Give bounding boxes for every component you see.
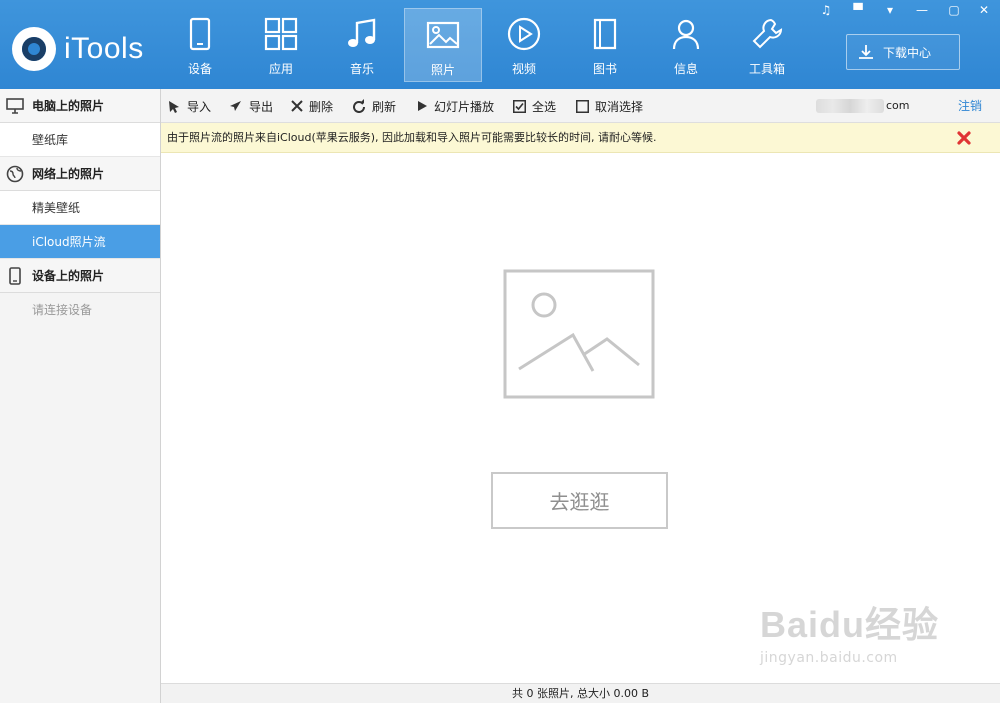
notice-text: 由于照片流的照片来自iCloud(苹果云服务), 因此加载和导入照片可能需要比较… bbox=[167, 131, 657, 144]
minimize-icon: — bbox=[916, 3, 928, 17]
nav-label: 工具箱 bbox=[748, 62, 785, 76]
empty-photo-placeholder-icon bbox=[503, 269, 655, 399]
app-name: iTools bbox=[64, 32, 144, 65]
refresh-button[interactable]: 刷新 bbox=[352, 89, 396, 123]
refresh-icon bbox=[353, 99, 365, 113]
music-note-icon: ♫ bbox=[820, 3, 832, 17]
nav-label: 视频 bbox=[511, 62, 536, 76]
close-notice-icon[interactable] bbox=[956, 130, 972, 146]
sidebar-item-wallpapers[interactable]: 精美壁纸 bbox=[0, 191, 160, 225]
top-header: iTools 设备 应用 音乐 照片 视频 图书 信息 工具箱 ♫ ▀ ▾ — … bbox=[0, 0, 1000, 89]
maximize-button[interactable]: ▢ bbox=[939, 0, 969, 20]
redacted-email-blur bbox=[816, 99, 884, 113]
export-icon bbox=[230, 101, 241, 111]
select-all-label: 全选 bbox=[532, 99, 557, 114]
delete-label: 删除 bbox=[309, 99, 334, 114]
play-icon bbox=[418, 101, 427, 111]
nav-apps[interactable]: 应用 bbox=[242, 8, 320, 82]
maximize-icon: ▢ bbox=[948, 3, 960, 17]
export-label: 导出 bbox=[249, 99, 274, 114]
nav-device[interactable]: 设备 bbox=[161, 8, 239, 82]
nav-music[interactable]: 音乐 bbox=[323, 8, 401, 82]
sidebar-item-icloud-photostream[interactable]: iCloud照片流 bbox=[0, 225, 160, 259]
monitor-icon bbox=[6, 97, 24, 114]
export-button[interactable]: 导出 bbox=[229, 89, 273, 123]
itools-logo-icon bbox=[12, 27, 56, 71]
book-icon bbox=[593, 18, 617, 50]
delete-button[interactable]: 删除 bbox=[291, 89, 333, 123]
sidebar-section-online[interactable]: 网络上的照片 bbox=[0, 157, 160, 191]
sidebar-item-wallpaper-library[interactable]: 壁纸库 bbox=[0, 123, 160, 157]
nav-label: 图书 bbox=[592, 62, 617, 76]
wrench-icon bbox=[752, 18, 783, 49]
go-browse-button[interactable]: 去逛逛 bbox=[491, 472, 668, 529]
section-title: 设备上的照片 bbox=[32, 269, 105, 283]
slideshow-label: 幻灯片播放 bbox=[434, 99, 495, 114]
watermark-url: jingyan.baidu.com bbox=[760, 650, 898, 666]
menu-button[interactable]: ▾ bbox=[875, 0, 905, 20]
dropdown-icon: ▾ bbox=[886, 3, 894, 17]
nav-photos[interactable]: 照片 bbox=[404, 8, 482, 82]
close-icon: ✕ bbox=[978, 3, 990, 17]
nav-label: 音乐 bbox=[349, 62, 374, 76]
baidu-watermark: Baidu经验 jingyan.baidu.com bbox=[760, 596, 960, 686]
nav-books[interactable]: 图书 bbox=[566, 8, 644, 82]
nav-label: 信息 bbox=[673, 62, 698, 76]
status-bar: 共 0 张照片, 总大小 0.00 B bbox=[161, 683, 1000, 703]
sidebar-section-computer[interactable]: 电脑上的照片 bbox=[0, 89, 160, 123]
phone-icon bbox=[9, 266, 21, 285]
user-icon bbox=[672, 19, 700, 50]
import-button[interactable]: 导入 bbox=[167, 89, 211, 123]
download-center-label: 下载中心 bbox=[883, 45, 932, 60]
feedback-button[interactable]: ▀ bbox=[843, 0, 873, 20]
music-icon bbox=[348, 18, 376, 47]
nav-video[interactable]: 视频 bbox=[485, 8, 563, 82]
select-all-button[interactable]: 全选 bbox=[513, 89, 556, 123]
close-window-button[interactable]: ✕ bbox=[969, 0, 999, 20]
import-label: 导入 bbox=[187, 99, 212, 114]
apps-icon bbox=[264, 17, 298, 51]
sidebar: 电脑上的照片 壁纸库 网络上的照片 精美壁纸 iCloud照片流 设备上的照片 … bbox=[0, 89, 161, 703]
account-email-suffix: com bbox=[886, 99, 910, 112]
sidebar-item-label: 壁纸库 bbox=[32, 133, 69, 147]
deselect-label: 取消选择 bbox=[595, 99, 644, 114]
sidebar-item-connect-device: 请连接设备 bbox=[0, 293, 160, 327]
account-email: com bbox=[816, 89, 910, 123]
section-title: 网络上的照片 bbox=[32, 167, 105, 181]
photo-toolbar: 导入 导出 删除 刷新 幻灯片播放 全选 取消选择 com 注销 bbox=[161, 89, 1000, 123]
nav-tools[interactable]: 工具箱 bbox=[728, 8, 806, 82]
globe-icon bbox=[6, 165, 24, 182]
section-title: 电脑上的照片 bbox=[32, 99, 105, 113]
sidebar-item-label: 精美壁纸 bbox=[32, 201, 81, 215]
logout-link[interactable]: 注销 bbox=[958, 89, 982, 123]
delete-icon bbox=[291, 100, 303, 112]
sidebar-item-label: 请连接设备 bbox=[32, 303, 93, 317]
nav-label: 应用 bbox=[268, 62, 293, 76]
refresh-label: 刷新 bbox=[372, 99, 397, 114]
watermark-title: Baidu经验 bbox=[760, 604, 940, 645]
minimize-button[interactable]: — bbox=[907, 0, 937, 20]
music-mini-button[interactable]: ♫ bbox=[811, 0, 841, 20]
device-icon bbox=[189, 17, 211, 51]
deselect-button[interactable]: 取消选择 bbox=[576, 89, 643, 123]
photo-icon bbox=[426, 21, 460, 49]
nav-label: 设备 bbox=[187, 62, 212, 76]
nav-label: 照片 bbox=[430, 63, 455, 77]
checkbox-empty-icon bbox=[576, 99, 589, 113]
import-icon bbox=[169, 101, 179, 113]
video-icon bbox=[507, 17, 541, 51]
notice-banner: 由于照片流的照片来自iCloud(苹果云服务), 因此加载和导入照片可能需要比较… bbox=[161, 123, 1000, 153]
app-logo: iTools bbox=[12, 24, 162, 74]
download-center-button[interactable]: 下载中心 bbox=[846, 34, 960, 70]
sidebar-item-label: iCloud照片流 bbox=[32, 235, 106, 249]
chat-icon: ▀ bbox=[853, 3, 863, 17]
slideshow-button[interactable]: 幻灯片播放 bbox=[416, 89, 494, 123]
checkbox-checked-icon bbox=[513, 99, 526, 113]
download-icon bbox=[859, 45, 873, 59]
sidebar-section-device[interactable]: 设备上的照片 bbox=[0, 259, 160, 293]
nav-info[interactable]: 信息 bbox=[647, 8, 725, 82]
